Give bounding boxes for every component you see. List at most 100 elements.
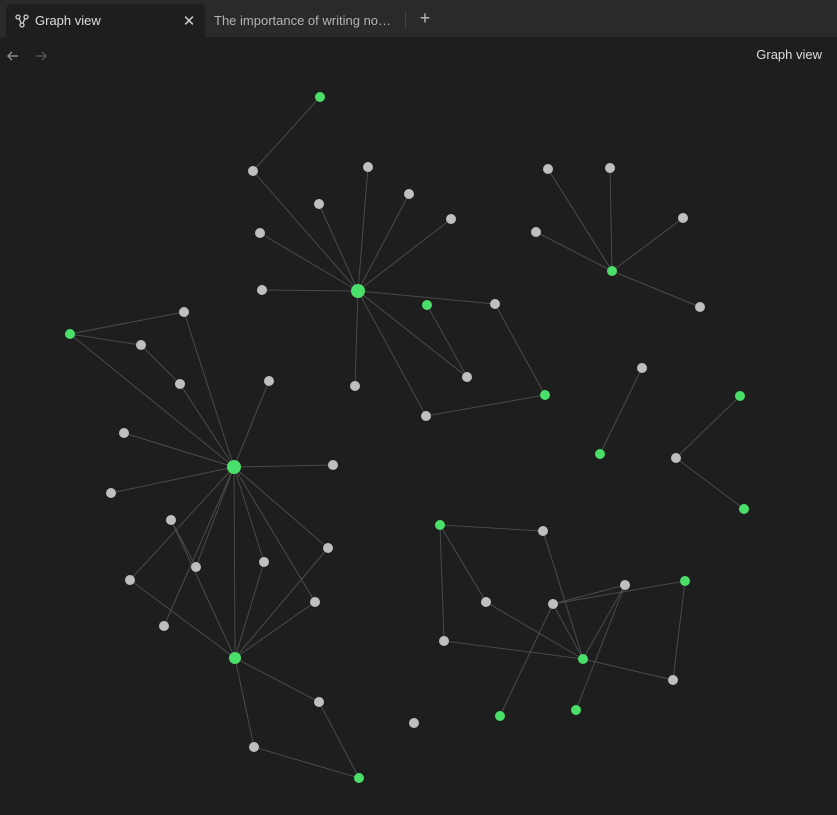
graph-node-note[interactable]: [106, 488, 116, 498]
tab-divider: [405, 11, 406, 29]
graph-node-note[interactable]: [404, 189, 414, 199]
graph-edge: [234, 657, 255, 748]
graph-edge: [485, 601, 584, 660]
graph-node-note[interactable]: [249, 742, 259, 752]
graph-node-note[interactable]: [255, 228, 265, 238]
graph-node-note[interactable]: [605, 163, 615, 173]
graph-edge: [195, 466, 235, 568]
graph-edge: [183, 311, 235, 468]
graph-node-note[interactable]: [446, 214, 456, 224]
graph-edge: [163, 466, 235, 627]
graph-node-note[interactable]: [314, 697, 324, 707]
graph-node-attachment[interactable]: [739, 504, 749, 514]
graph-node-attachment[interactable]: [351, 284, 365, 298]
graph-node-note[interactable]: [531, 227, 541, 237]
graph-node-note[interactable]: [179, 307, 189, 317]
tab-graph-view[interactable]: Graph view ✕: [6, 4, 205, 37]
graph-edge: [575, 584, 626, 711]
plus-icon[interactable]: +: [415, 8, 435, 28]
graph-canvas[interactable]: [0, 37, 837, 815]
graph-edge: [609, 167, 613, 272]
graph-node-note[interactable]: [409, 718, 419, 728]
graph-edge: [129, 466, 235, 581]
graph-node-note[interactable]: [314, 199, 324, 209]
graph-edge: [494, 303, 546, 396]
graph-node-note[interactable]: [166, 515, 176, 525]
graph-node-attachment[interactable]: [607, 266, 617, 276]
graph-node-note[interactable]: [191, 562, 201, 572]
graph-edge: [542, 530, 584, 660]
graph-edge: [611, 217, 684, 272]
tab-note[interactable]: The importance of writing no…: [206, 4, 406, 37]
graph-edge: [357, 218, 452, 292]
graph-node-note[interactable]: [548, 599, 558, 609]
graph-node-attachment[interactable]: [680, 576, 690, 586]
graph-edge: [499, 603, 554, 717]
graph-edge: [675, 457, 745, 510]
graph-node-attachment[interactable]: [435, 520, 445, 530]
graph-edge: [252, 96, 321, 172]
graph-node-attachment[interactable]: [65, 329, 75, 339]
close-icon[interactable]: ✕: [181, 13, 197, 30]
graph-node-attachment[interactable]: [315, 92, 325, 102]
graph-node-attachment[interactable]: [540, 390, 550, 400]
graph-node-note[interactable]: [125, 575, 135, 585]
graph-node-note[interactable]: [543, 164, 553, 174]
graph-node-note[interactable]: [421, 411, 431, 421]
graph-edge: [234, 561, 265, 659]
graph-node-attachment[interactable]: [227, 460, 241, 474]
graph-edge: [140, 344, 181, 385]
graph-node-attachment[interactable]: [571, 705, 581, 715]
graph-edge: [233, 466, 316, 603]
graph-edge: [69, 333, 142, 346]
graph-edge: [233, 464, 334, 468]
graph-node-note[interactable]: [462, 372, 472, 382]
graph-edge: [354, 290, 359, 387]
graph-node-note[interactable]: [671, 453, 681, 463]
graph-node-note[interactable]: [257, 285, 267, 295]
graph-node-note[interactable]: [259, 557, 269, 567]
graph-node-note[interactable]: [538, 526, 548, 536]
graph-node-attachment[interactable]: [495, 711, 505, 721]
graph-edge: [547, 168, 613, 272]
graph-node-attachment[interactable]: [595, 449, 605, 459]
graph-node-note[interactable]: [175, 379, 185, 389]
graph-node-attachment[interactable]: [354, 773, 364, 783]
graph-edge: [129, 579, 236, 659]
graph-node-note[interactable]: [323, 543, 333, 553]
graph-node-note[interactable]: [350, 381, 360, 391]
graph-node-note[interactable]: [363, 162, 373, 172]
graph-node-note[interactable]: [620, 580, 630, 590]
graph-edge: [253, 746, 360, 779]
graph-edge: [425, 394, 546, 417]
graph-edge: [179, 383, 235, 468]
graph-node-note[interactable]: [264, 376, 274, 386]
graph-node-note[interactable]: [310, 597, 320, 607]
graph-edge: [552, 584, 626, 605]
graph-node-note[interactable]: [695, 302, 705, 312]
graph-node-note[interactable]: [328, 460, 338, 470]
graph-edge: [234, 657, 320, 703]
graph-node-note[interactable]: [481, 597, 491, 607]
graph-node-note[interactable]: [637, 363, 647, 373]
graph-edge: [672, 580, 686, 681]
graph-node-note[interactable]: [159, 621, 169, 631]
graph-icon: [15, 13, 29, 28]
graph-node-note[interactable]: [136, 340, 146, 350]
tab-label: The importance of writing no…: [214, 13, 392, 28]
graph-edge: [357, 290, 468, 378]
graph-edge: [599, 367, 643, 455]
graph-node-note[interactable]: [678, 213, 688, 223]
graph-edge: [611, 270, 701, 308]
graph-node-note[interactable]: [439, 636, 449, 646]
graph-node-note[interactable]: [668, 675, 678, 685]
graph-node-note[interactable]: [248, 166, 258, 176]
graph-node-attachment[interactable]: [422, 300, 432, 310]
graph-node-note[interactable]: [490, 299, 500, 309]
graph-edge: [535, 231, 613, 272]
graph-node-attachment[interactable]: [229, 652, 241, 664]
graph-node-note[interactable]: [119, 428, 129, 438]
graph-node-attachment[interactable]: [735, 391, 745, 401]
graph-edge: [582, 658, 674, 681]
graph-node-attachment[interactable]: [578, 654, 588, 664]
